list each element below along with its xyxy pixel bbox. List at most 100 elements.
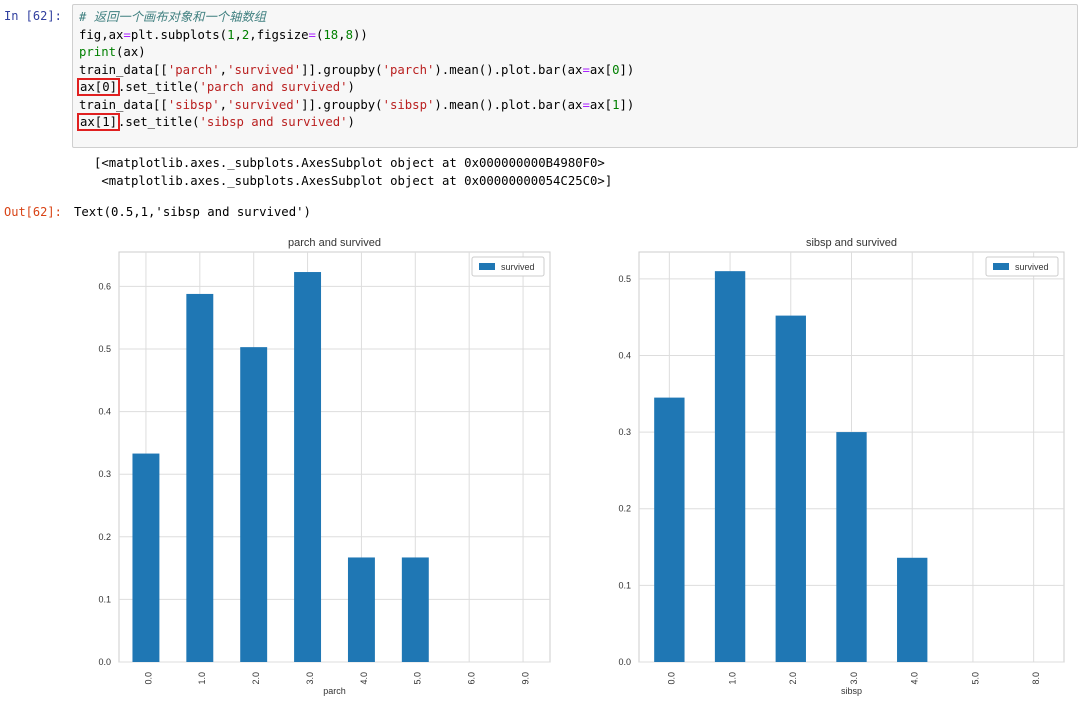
code-token: = xyxy=(123,27,131,42)
code-token: fig,ax xyxy=(79,27,124,42)
code-token: plt.subplots( xyxy=(130,27,228,42)
bar xyxy=(714,271,746,662)
code-token: ]) xyxy=(619,62,635,77)
code-token: = xyxy=(582,62,590,77)
bar xyxy=(132,453,160,662)
bar xyxy=(775,315,806,662)
bar xyxy=(240,347,268,662)
code-token: .set_title( xyxy=(118,115,200,129)
bar xyxy=(186,293,214,662)
y-tick-label: 0.0 xyxy=(98,657,111,667)
code-line: # 返回一个画布对象和一个轴数组 xyxy=(79,9,1071,27)
highlighted-token: ax[1] xyxy=(76,113,121,131)
output-prompt: Out[62]: xyxy=(4,205,62,219)
legend: survived xyxy=(985,256,1059,277)
bar xyxy=(897,557,928,662)
code-token: ).mean().plot.bar(ax xyxy=(434,62,583,77)
x-tick-label: 3.0 xyxy=(305,672,315,685)
code-line: fig,ax=plt.subplots(1,2,figsize=(18,8)) xyxy=(79,27,1071,45)
x-tick-label: 1.0 xyxy=(197,672,207,685)
bar xyxy=(294,272,322,662)
code-token: 'parch' xyxy=(167,62,220,77)
x-tick-label: 0.0 xyxy=(143,672,153,685)
code-token: 'survived' xyxy=(227,62,302,77)
code-token: 'sibsp' xyxy=(382,97,435,112)
chart-1: 0.0 0.1 0.2 0.3 0.4 0.5 0.6 0.0 1.0 2.0 3.0 4.0 5.0 6… xyxy=(98,237,551,696)
code-token: 1 xyxy=(612,97,620,112)
cell-stdout: [<matplotlib.axes._subplots.AxesSubplot … xyxy=(94,155,612,190)
code-token: 'sibsp' xyxy=(167,97,220,112)
y-tick-label: 0.3 xyxy=(98,469,111,479)
legend-swatch xyxy=(479,263,495,270)
x-tick-label: 2.0 xyxy=(788,672,798,685)
x-tick-label: 6.0 xyxy=(467,672,477,685)
code-token: 'parch and survived' xyxy=(199,80,348,94)
code-token: 'sibsp and survived' xyxy=(199,115,348,129)
x-tick-label: 9.0 xyxy=(520,672,530,685)
code-token: 'parch' xyxy=(382,62,435,77)
input-prompt: In [62]: xyxy=(4,9,62,23)
y-tick-label: 0.0 xyxy=(618,657,631,667)
x-tick-label: 4.0 xyxy=(910,672,920,685)
y-tick-label: 0.5 xyxy=(98,344,111,354)
figure-output: 0.0 0.1 0.2 0.3 0.4 0.5 0.6 0.0 1.0 2.0 3.0 4.0 5.0 6… xyxy=(98,237,1065,696)
code-token: ,figsize xyxy=(249,27,309,42)
code-cell-editor[interactable]: # 返回一个画布对象和一个轴数组 fig,ax=plt.subplots(1,2,… xyxy=(72,4,1078,148)
code-token: ]) xyxy=(619,97,635,112)
y-tick-label: 0.1 xyxy=(98,594,111,604)
code-token: ax[ xyxy=(589,97,613,112)
legend-label: survived xyxy=(501,262,535,272)
code-token: )) xyxy=(352,27,368,42)
y-tick-label: 0.6 xyxy=(98,281,111,291)
y-tick-label: 0.5 xyxy=(618,274,631,284)
code-token: , xyxy=(338,27,346,42)
legend-label: survived xyxy=(1015,262,1049,272)
code-token: 0 xyxy=(612,62,620,77)
chart-2: 0.0 0.1 0.2 0.3 0.4 0.5 0.0 1.0 2.0 3.0 4.0 5.0 8.0 s… xyxy=(618,237,1065,696)
code-token: , xyxy=(219,62,228,77)
legend: survived xyxy=(471,256,545,277)
code-line: ax[0].set_title('parch and survived') xyxy=(76,78,1071,97)
stdout-line: [<matplotlib.axes._subplots.AxesSubplot … xyxy=(94,156,605,170)
x-tick-label: 5.0 xyxy=(413,672,423,685)
code-token: (ax) xyxy=(116,45,146,59)
code-token: # 返回一个画布对象和一个轴数组 xyxy=(79,10,266,24)
highlighted-token: ax[0] xyxy=(76,78,121,96)
x-tick-label: 2.0 xyxy=(251,672,261,685)
x-tick-label: 3.0 xyxy=(849,672,859,685)
code-token: ax[ xyxy=(589,62,613,77)
code-line: print(ax) xyxy=(79,44,1071,62)
chart-title: sibsp and survived xyxy=(806,237,897,249)
cell-result-text: Text(0.5,1,'sibsp and survived') xyxy=(74,205,311,219)
code-token: ]].groupby( xyxy=(301,97,383,112)
bar xyxy=(347,557,375,662)
code-token: ) xyxy=(347,80,355,94)
y-tick-label: 0.4 xyxy=(98,407,111,417)
x-tick-label: 5.0 xyxy=(970,672,980,685)
code-token: ) xyxy=(347,115,355,129)
x-tick-label: 4.0 xyxy=(359,672,369,685)
bar xyxy=(654,397,685,662)
stdout-line: <matplotlib.axes._subplots.AxesSubplot o… xyxy=(94,173,613,188)
code-line: train_data[['sibsp','survived']].groupby… xyxy=(79,97,1071,115)
x-tick-label: 0.0 xyxy=(667,672,677,685)
chart-title: parch and survived xyxy=(288,237,381,249)
x-axis-label: sibsp xyxy=(841,686,862,696)
bar xyxy=(836,432,867,662)
code-token: train_data[[ xyxy=(79,97,168,112)
code-token: ).mean().plot.bar(ax xyxy=(434,97,583,112)
code-token: 18 xyxy=(323,27,339,42)
code-line: train_data[['parch','survived']].groupby… xyxy=(79,62,1071,80)
y-tick-label: 0.1 xyxy=(618,580,631,590)
plot-area xyxy=(118,251,551,663)
code-token: .set_title( xyxy=(118,80,200,94)
code-token: = xyxy=(308,27,316,42)
x-axis-label: parch xyxy=(323,686,346,696)
code-token: train_data[[ xyxy=(79,62,168,77)
code-token: ]].groupby( xyxy=(301,62,383,77)
legend-swatch xyxy=(993,263,1009,270)
x-tick-label: 8.0 xyxy=(1031,672,1041,685)
code-token: , xyxy=(234,27,242,42)
y-tick-label: 0.2 xyxy=(98,532,111,542)
code-line: ax[1].set_title('sibsp and survived') xyxy=(76,113,1071,132)
